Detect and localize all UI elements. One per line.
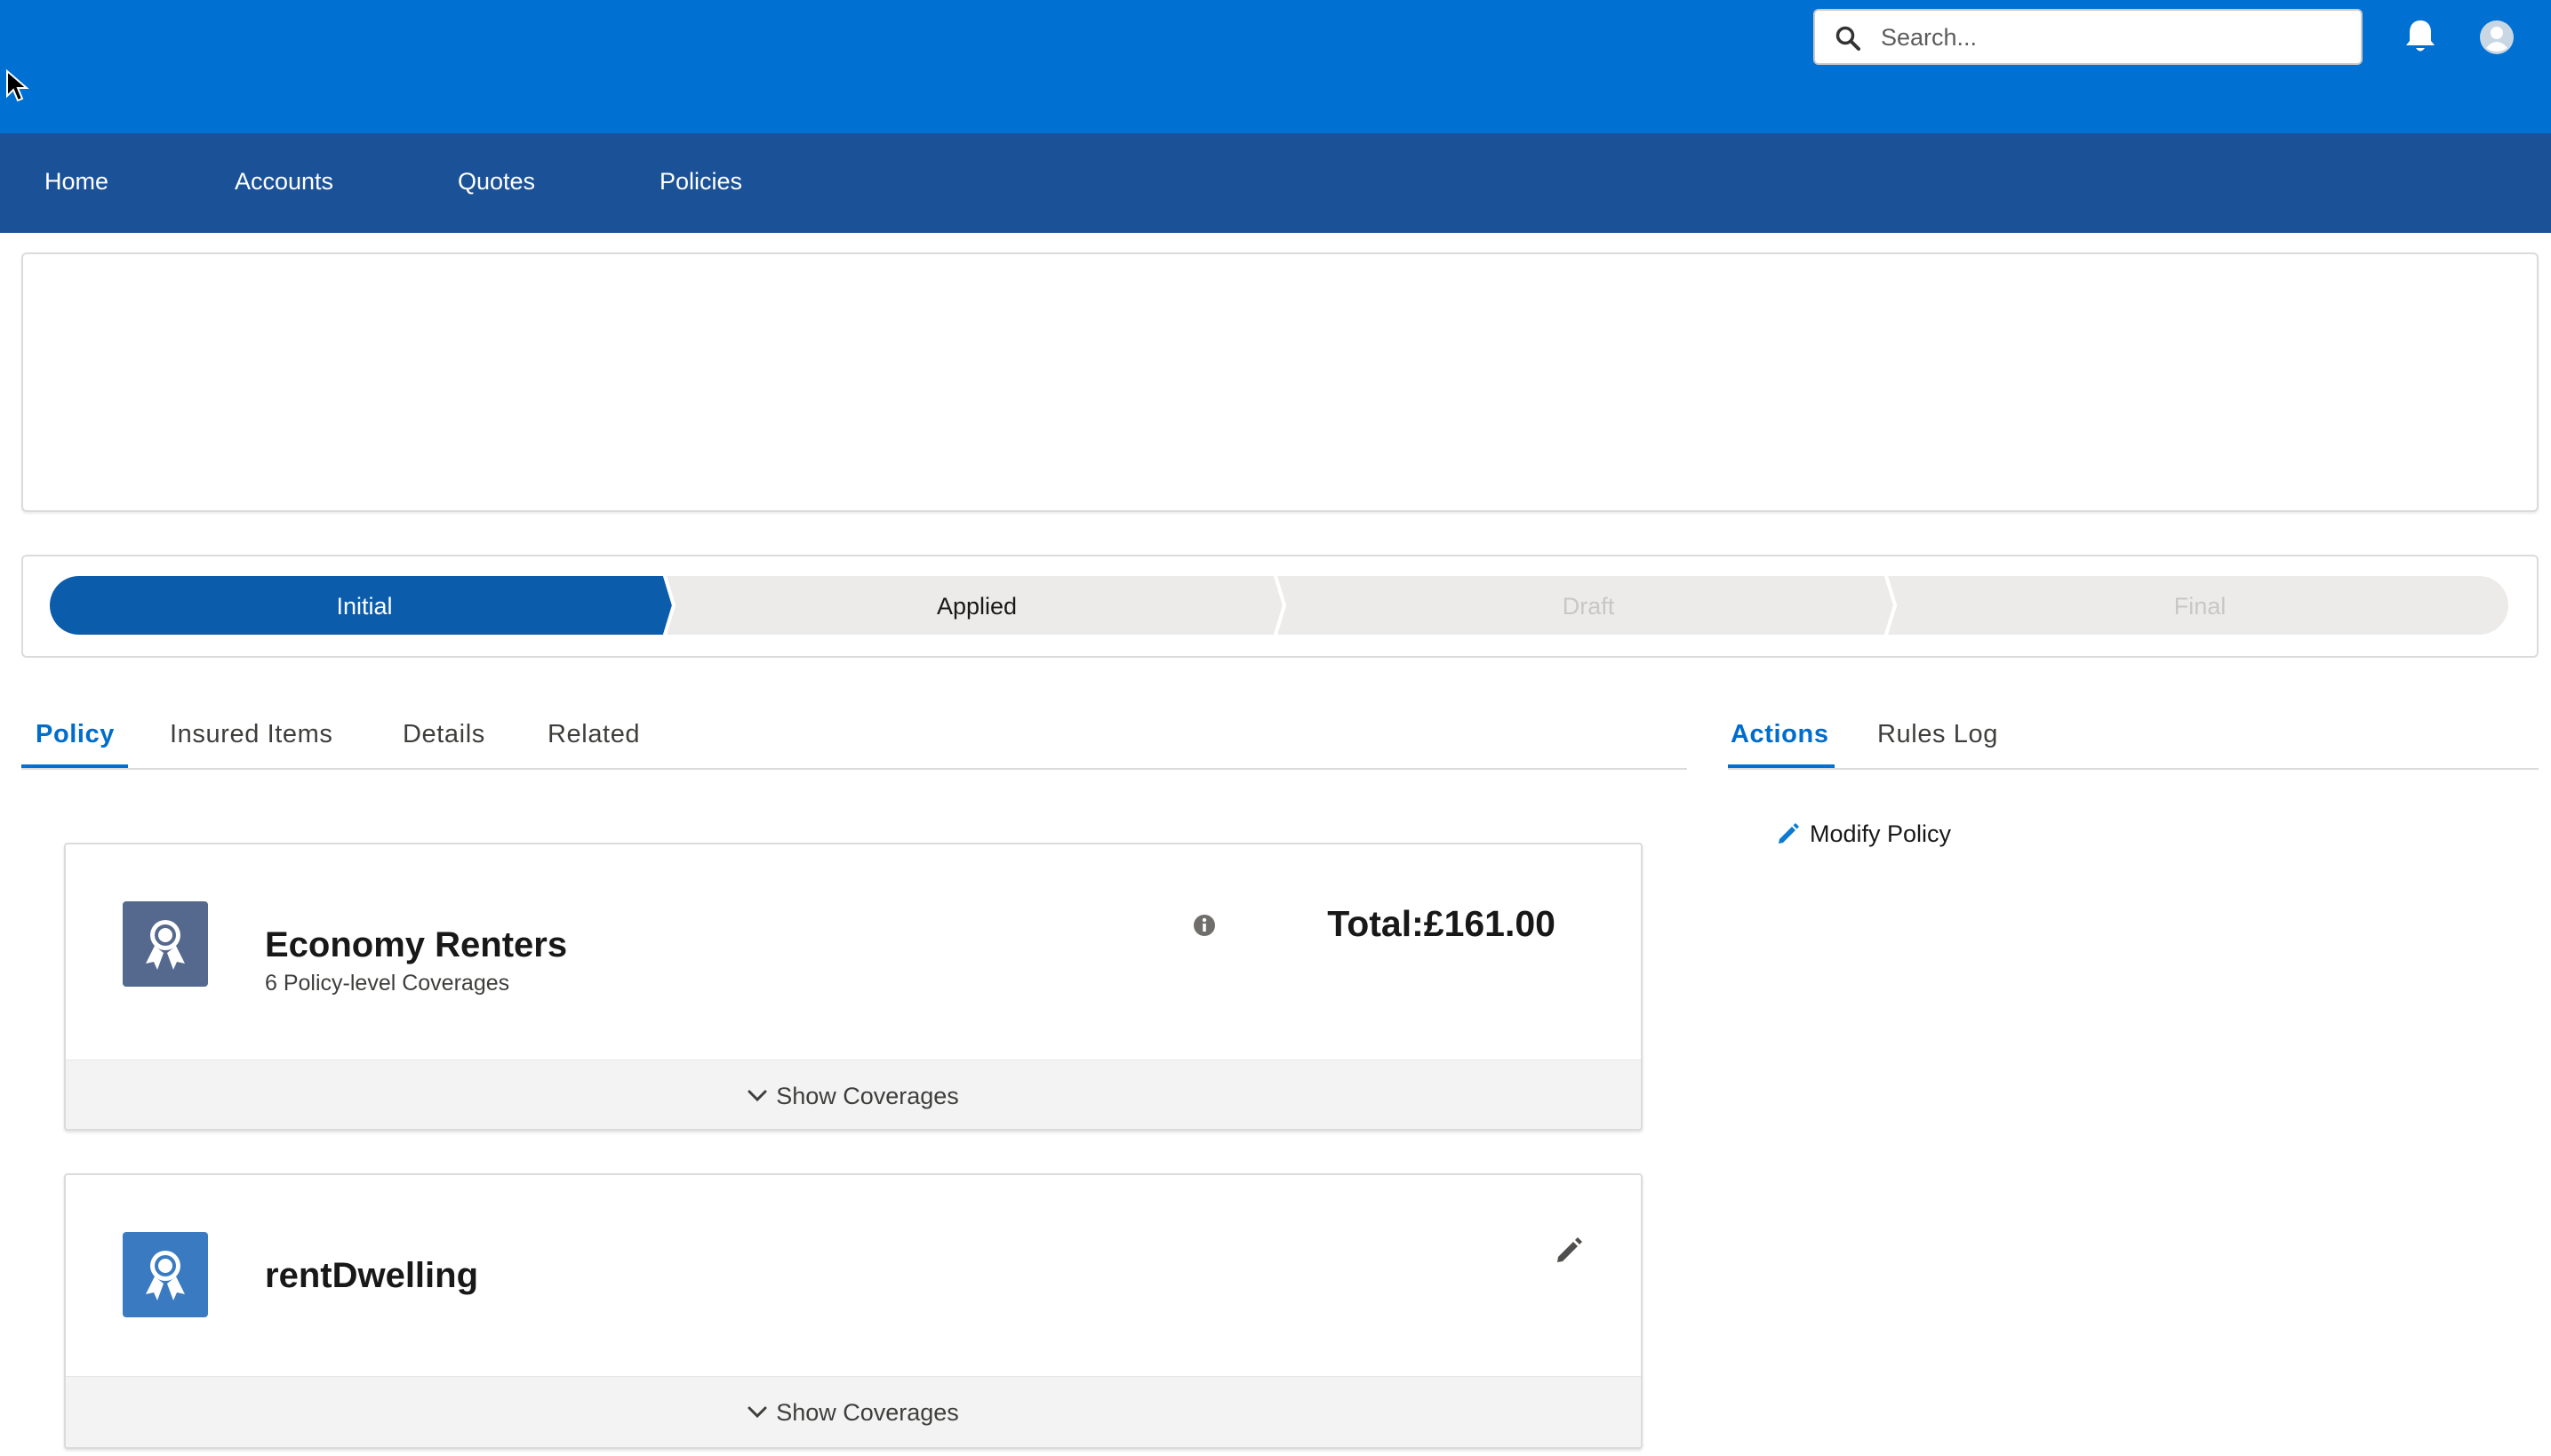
pencil-icon bbox=[1779, 823, 1799, 844]
product-title: rentDwelling bbox=[265, 1256, 479, 1295]
award-ribbon-icon bbox=[146, 920, 185, 970]
tab-related[interactable]: Related bbox=[548, 715, 640, 754]
product-icon-box bbox=[123, 1232, 208, 1317]
nav-item-home[interactable]: Home bbox=[44, 165, 108, 197]
tab-insured-items[interactable]: Insured Items bbox=[170, 715, 333, 754]
tab-policy[interactable]: Policy bbox=[36, 715, 115, 754]
record-header-card bbox=[21, 252, 2539, 512]
path-stage-final[interactable]: Final bbox=[1891, 588, 2508, 624]
chevron-down-icon bbox=[748, 1090, 767, 1101]
show-coverages-label: Show Coverages bbox=[776, 1399, 959, 1426]
product-card-economy-renters: Economy Renters 6 Policy-level Coverages… bbox=[64, 843, 1643, 1131]
global-header bbox=[0, 0, 2551, 133]
mouse-pointer-icon bbox=[6, 69, 29, 102]
search-input[interactable] bbox=[1881, 18, 2343, 57]
product-total: Total:£161.00 bbox=[1327, 903, 1555, 944]
nav-item-quotes[interactable]: Quotes bbox=[458, 165, 535, 197]
tab-policy-underline bbox=[21, 764, 128, 768]
user-avatar-icon[interactable] bbox=[2479, 20, 2515, 55]
product-subtitle: 6 Policy-level Coverages bbox=[265, 971, 510, 996]
show-coverages-label: Show Coverages bbox=[776, 1083, 959, 1109]
nav-item-policies[interactable]: Policies bbox=[660, 165, 742, 197]
chevron-down-icon bbox=[748, 1406, 767, 1418]
pencil-icon[interactable] bbox=[1554, 1236, 1584, 1266]
search-icon bbox=[1835, 26, 1860, 51]
path-stage-draft[interactable]: Draft bbox=[1280, 588, 1897, 624]
app-nav-bar: Home Accounts Quotes Policies bbox=[0, 133, 2551, 233]
tab-details[interactable]: Details bbox=[403, 715, 485, 754]
show-coverages-button[interactable]: Show Coverages bbox=[66, 1078, 1641, 1114]
path-stage-initial[interactable]: Initial bbox=[53, 588, 676, 624]
nav-item-accounts[interactable]: Accounts bbox=[235, 165, 333, 197]
bell-icon[interactable] bbox=[2403, 18, 2437, 55]
tab-rules-log[interactable]: Rules Log bbox=[1877, 715, 1998, 754]
show-coverages-button[interactable]: Show Coverages bbox=[66, 1395, 1641, 1430]
product-card-footer: Show Coverages bbox=[66, 1060, 1641, 1129]
info-icon[interactable] bbox=[1193, 914, 1216, 937]
path-stage-applied[interactable]: Applied bbox=[668, 588, 1285, 624]
product-icon-box bbox=[123, 901, 208, 987]
global-search[interactable] bbox=[1813, 9, 2363, 65]
product-card-rent-dwelling: rentDwelling Show Coverages bbox=[64, 1173, 1643, 1449]
tab-actions[interactable]: Actions bbox=[1731, 715, 1829, 754]
modify-policy-label: Modify Policy bbox=[1810, 820, 1952, 847]
tab-actions-underline bbox=[1728, 764, 1835, 768]
award-ribbon-icon bbox=[146, 1251, 185, 1300]
product-title: Economy Renters bbox=[265, 925, 568, 964]
product-card-footer: Show Coverages bbox=[66, 1376, 1641, 1447]
side-tabs-divider bbox=[1728, 768, 2539, 770]
main-tabs-divider bbox=[21, 768, 1687, 770]
